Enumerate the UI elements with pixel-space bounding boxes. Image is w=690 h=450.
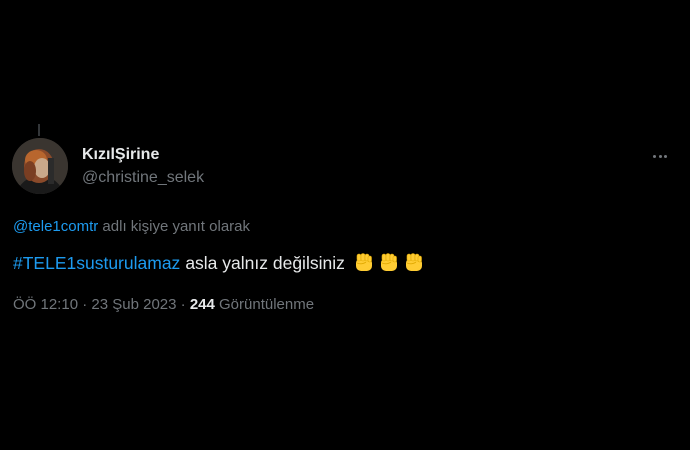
tweet-date-link[interactable]: 23 Şub 2023 (91, 296, 176, 313)
tweet-text: #TELE1susturulamaz asla yalnız değilsini… (13, 252, 425, 274)
tweet-body: asla yalnız değilsiniz (185, 252, 345, 273)
reply-context: @tele1comtr adlı kişiye yanıt olarak (13, 218, 250, 235)
more-button[interactable] (645, 143, 675, 169)
views-count: 244 (189, 296, 215, 313)
views-label: Görüntülenme (214, 296, 315, 313)
hashtag-link[interactable]: #TELE1susturulamaz (13, 253, 180, 274)
tweet: KızılŞirine @christine_selek @tele1comtr… (0, 0, 690, 450)
avatar[interactable] (12, 138, 68, 194)
meta-separator: · (78, 296, 92, 313)
reply-mention-link[interactable]: @tele1comtr (13, 218, 98, 235)
more-horizontal-icon-dot (663, 154, 667, 158)
thread-line (38, 124, 40, 136)
more-horizontal-icon (653, 154, 657, 158)
tweet-meta: ÖÖ 12:10 · 23 Şub 2023 · 244 Görüntülenm… (13, 296, 314, 313)
raised-fist-emoji (353, 252, 375, 274)
display-name[interactable]: KızılŞirine (82, 146, 159, 164)
meta-separator: · (176, 296, 190, 313)
more-horizontal-icon-dot (658, 154, 662, 158)
raised-fist-emoji (378, 252, 400, 274)
tweet-time-link[interactable]: ÖÖ 12:10 (13, 296, 78, 313)
raised-fist-emoji (403, 252, 425, 274)
handle[interactable]: @christine_selek (82, 169, 204, 187)
reply-suffix: adlı kişiye yanıt olarak (98, 218, 251, 235)
